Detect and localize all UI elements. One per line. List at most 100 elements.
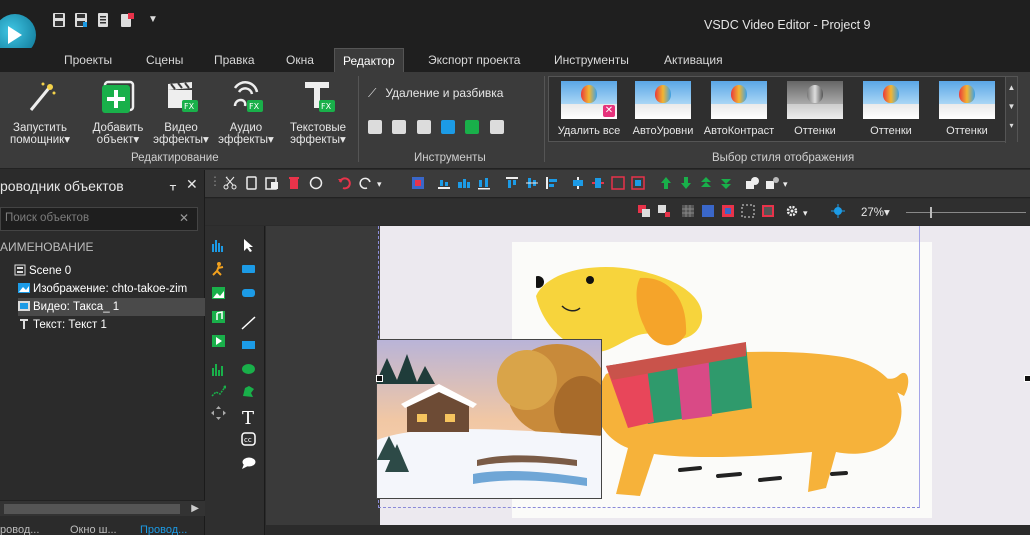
tab-windows[interactable]: Окна bbox=[278, 48, 322, 72]
layer-2-icon[interactable] bbox=[657, 204, 671, 218]
redo-dropdown-icon[interactable]: ▾ bbox=[377, 179, 391, 193]
align-baseline-icon[interactable] bbox=[477, 176, 491, 190]
name-column-header[interactable]: АИМЕНОВАНИЕ bbox=[0, 240, 94, 254]
copy-icon[interactable] bbox=[245, 176, 259, 190]
tab-activation[interactable]: Активация bbox=[656, 48, 731, 72]
close-icon[interactable]: ✕ bbox=[186, 176, 198, 193]
pointer-icon[interactable] bbox=[241, 238, 256, 252]
tab-tools[interactable]: Инструменты bbox=[546, 48, 637, 72]
group-icon[interactable] bbox=[745, 176, 759, 190]
cut-icon[interactable] bbox=[223, 176, 237, 190]
cut-tool-icon[interactable] bbox=[368, 119, 382, 134]
select-all-icon[interactable] bbox=[411, 176, 425, 190]
style-tint-2[interactable]: Оттенки bbox=[931, 81, 1003, 137]
subtitles-icon[interactable]: cc bbox=[241, 432, 256, 446]
search-objects-input[interactable]: Поиск объектов ✕ bbox=[0, 207, 198, 231]
frame-icon[interactable] bbox=[611, 176, 625, 190]
style-auto-levels[interactable]: АвтоУровни bbox=[627, 81, 699, 137]
audio-effects-button[interactable]: FX Аудио эффекты▾ bbox=[214, 78, 278, 146]
tab-template-window[interactable]: Окно ш... bbox=[70, 524, 117, 535]
move-down-icon[interactable] bbox=[679, 176, 693, 190]
save-icon[interactable] bbox=[52, 12, 66, 28]
tab-resource-explorer[interactable]: Провод... bbox=[140, 524, 187, 535]
snap-icon[interactable] bbox=[701, 204, 715, 218]
fill-rect-tool-icon[interactable] bbox=[241, 338, 256, 352]
ungroup-icon[interactable] bbox=[765, 176, 779, 190]
zoom-target-icon[interactable] bbox=[831, 204, 845, 218]
scrollbar-thumb[interactable] bbox=[4, 504, 180, 514]
add-object-button[interactable]: Добавить объект▾ bbox=[86, 78, 150, 146]
style-delete-all[interactable]: ✕ Удалить все bbox=[553, 81, 625, 137]
send-to-back-icon[interactable] bbox=[719, 176, 733, 190]
settings-circle-icon[interactable] bbox=[489, 119, 504, 134]
redo-icon[interactable] bbox=[359, 176, 373, 190]
move-up-icon[interactable] bbox=[659, 176, 673, 190]
audio-icon[interactable] bbox=[211, 310, 226, 324]
guides-icon[interactable] bbox=[741, 204, 755, 218]
fit-icon[interactable] bbox=[631, 176, 645, 190]
align-middle-icon[interactable] bbox=[525, 176, 539, 190]
zoom-level-dropdown[interactable]: 27%▾ bbox=[861, 205, 890, 219]
tab-scenes[interactable]: Сцены bbox=[138, 48, 191, 72]
tab-explorer[interactable]: ровод... bbox=[0, 524, 39, 535]
image-icon[interactable] bbox=[211, 286, 226, 300]
save-as-icon[interactable] bbox=[74, 12, 88, 28]
crop-icon[interactable] bbox=[416, 119, 431, 134]
distribute-icon[interactable] bbox=[457, 176, 471, 190]
tab-export-project[interactable]: Экспорт проекта bbox=[420, 48, 528, 72]
safe-zone-icon[interactable] bbox=[721, 204, 735, 218]
gallery-scroll[interactable]: ▲ ▼ ▾ bbox=[1005, 77, 1017, 143]
gallery-expand-icon[interactable]: ▾ bbox=[1006, 121, 1017, 130]
layer-icon[interactable] bbox=[637, 204, 651, 218]
tree-item-text[interactable]: Текст: Текст 1 bbox=[18, 316, 205, 334]
speed-icon[interactable] bbox=[441, 119, 456, 134]
sprite-icon[interactable] bbox=[211, 262, 226, 276]
resize-handle-left[interactable] bbox=[376, 375, 383, 382]
gear-dropdown-icon[interactable]: ▾ bbox=[803, 208, 817, 222]
explorer-horizontal-scrollbar[interactable]: ▶ bbox=[0, 500, 205, 516]
tree-item-image[interactable]: Изображение: chto-takoe-zim bbox=[18, 280, 205, 298]
canvas-horizontal-scrollbar[interactable] bbox=[266, 525, 1030, 535]
align-bottom-icon[interactable] bbox=[437, 176, 451, 190]
chevron-up-icon[interactable]: ▲ bbox=[1006, 83, 1017, 92]
chevron-right-icon[interactable]: ▶ bbox=[191, 503, 199, 514]
tab-editor[interactable]: Редактор bbox=[334, 48, 404, 72]
rounded-rect-tool-icon[interactable] bbox=[241, 286, 256, 300]
delete-split-button[interactable]: ⟋ Удаление и разбивка bbox=[368, 86, 503, 101]
style-auto-contrast[interactable]: АвтоКонтраст bbox=[703, 81, 775, 137]
line-tool-icon[interactable] bbox=[241, 316, 256, 330]
center-vertical-icon[interactable] bbox=[591, 176, 605, 190]
chevron-down-icon[interactable]: ▼ bbox=[1006, 102, 1017, 111]
motion-path-icon[interactable] bbox=[211, 384, 226, 398]
video-icon[interactable] bbox=[211, 334, 226, 348]
tree-item-scene[interactable]: Scene 0 bbox=[14, 262, 204, 280]
group-dropdown-icon[interactable]: ▾ bbox=[783, 179, 797, 193]
winter-landscape-image[interactable] bbox=[376, 339, 602, 499]
style-tint-1[interactable]: Оттенки bbox=[855, 81, 927, 137]
delete-icon[interactable] bbox=[287, 176, 301, 190]
tab-projects[interactable]: Проекты bbox=[56, 48, 120, 72]
center-horizontal-icon[interactable] bbox=[571, 176, 585, 190]
move-icon[interactable] bbox=[211, 406, 226, 420]
rectangle-tool-icon[interactable] bbox=[241, 262, 256, 276]
zoom-slider[interactable] bbox=[906, 207, 1026, 218]
align-left-icon[interactable] bbox=[545, 176, 559, 190]
text-effects-button[interactable]: FX Текстовые эффекты▾ bbox=[282, 78, 354, 146]
equalizer-icon[interactable] bbox=[211, 362, 226, 376]
video-effects-button[interactable]: FX Видео эффекты▾ bbox=[150, 78, 212, 146]
text-tool-icon[interactable]: T bbox=[241, 408, 256, 426]
speech-bubble-icon[interactable] bbox=[241, 456, 256, 470]
customize-arrow-icon[interactable]: ▼ bbox=[148, 14, 162, 30]
document-icon[interactable] bbox=[96, 12, 110, 28]
crop-frame-icon[interactable] bbox=[761, 204, 775, 218]
align-top-icon[interactable] bbox=[505, 176, 519, 190]
undo-icon[interactable] bbox=[337, 176, 351, 190]
bring-to-front-icon[interactable] bbox=[699, 176, 713, 190]
audio-spectrum-icon[interactable] bbox=[211, 238, 226, 252]
gear-icon[interactable] bbox=[785, 204, 799, 218]
rotate-icon[interactable] bbox=[465, 119, 480, 134]
circle-tool-icon[interactable] bbox=[309, 176, 323, 190]
marker-icon[interactable] bbox=[392, 119, 407, 134]
scene-canvas[interactable] bbox=[266, 226, 1030, 535]
export-icon[interactable] bbox=[120, 12, 134, 28]
